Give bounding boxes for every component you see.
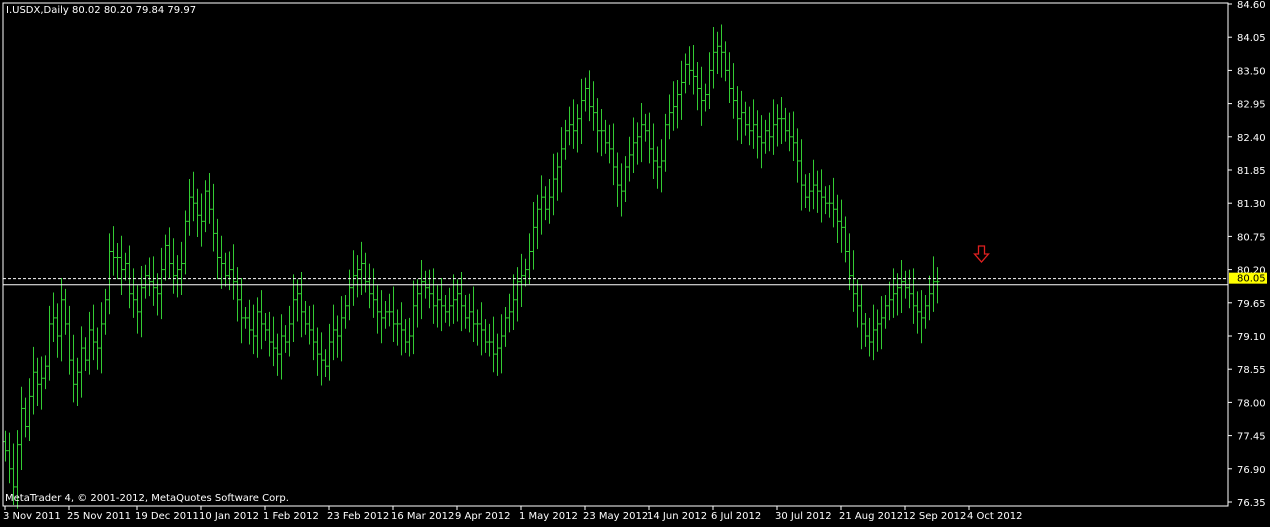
x-tick-label: 16 Mar 2012 bbox=[391, 511, 454, 522]
x-tick-label: 1 Feb 2012 bbox=[263, 511, 319, 522]
symbol-header: I.USDX,Daily 80.02 80.20 79.84 79.97 bbox=[6, 5, 196, 16]
copyright-footer: MetaTrader 4, © 2001-2012, MetaQuotes So… bbox=[5, 493, 289, 504]
y-tick-label: 78.00 bbox=[1237, 398, 1266, 409]
y-tick-label: 84.05 bbox=[1237, 33, 1266, 44]
y-tick-label: 84.60 bbox=[1237, 0, 1266, 11]
chart-background bbox=[0, 0, 1270, 523]
x-tick-label: 12 Sep 2012 bbox=[903, 511, 966, 522]
y-tick-label: 81.30 bbox=[1237, 199, 1266, 210]
price-tag-label: 80.05 bbox=[1237, 274, 1266, 285]
x-tick-label: 23 Feb 2012 bbox=[327, 511, 389, 522]
x-tick-label: 4 Oct 2012 bbox=[967, 511, 1022, 522]
x-tick-label: 25 Nov 2011 bbox=[67, 511, 131, 522]
y-tick-label: 82.40 bbox=[1237, 133, 1266, 144]
y-tick-label: 81.85 bbox=[1237, 166, 1266, 177]
y-tick-label: 78.55 bbox=[1237, 365, 1266, 376]
x-tick-label: 30 Jul 2012 bbox=[775, 511, 832, 522]
x-tick-label: 9 Apr 2012 bbox=[455, 511, 510, 522]
x-tick-label: 21 Aug 2012 bbox=[839, 511, 903, 522]
y-tick-label: 76.35 bbox=[1237, 498, 1266, 509]
y-tick-label: 79.10 bbox=[1237, 332, 1266, 343]
y-tick-label: 83.50 bbox=[1237, 66, 1266, 77]
x-tick-label: 1 May 2012 bbox=[519, 511, 578, 522]
y-tick-label: 76.90 bbox=[1237, 465, 1266, 476]
y-tick-label: 80.75 bbox=[1237, 232, 1266, 243]
x-tick-label: 6 Jul 2012 bbox=[711, 511, 761, 522]
x-tick-label: 19 Dec 2011 bbox=[135, 511, 199, 522]
y-tick-label: 77.45 bbox=[1237, 432, 1266, 443]
x-tick-label: 23 May 2012 bbox=[583, 511, 648, 522]
price-chart[interactable]: 84.60 84.05 83.50 82.95 82.40 81.85 81.30 80.75… bbox=[0, 0, 1270, 523]
x-tick-label: 10 Jan 2012 bbox=[199, 511, 259, 522]
y-tick-label: 82.95 bbox=[1237, 100, 1266, 111]
x-tick-label: 14 Jun 2012 bbox=[647, 511, 707, 522]
x-tick-label: 3 Nov 2011 bbox=[3, 511, 61, 522]
y-tick-label: 79.65 bbox=[1237, 299, 1266, 310]
chart-area[interactable]: 84.60 84.05 83.50 82.95 82.40 81.85 81.30 80.75… bbox=[0, 0, 1270, 523]
